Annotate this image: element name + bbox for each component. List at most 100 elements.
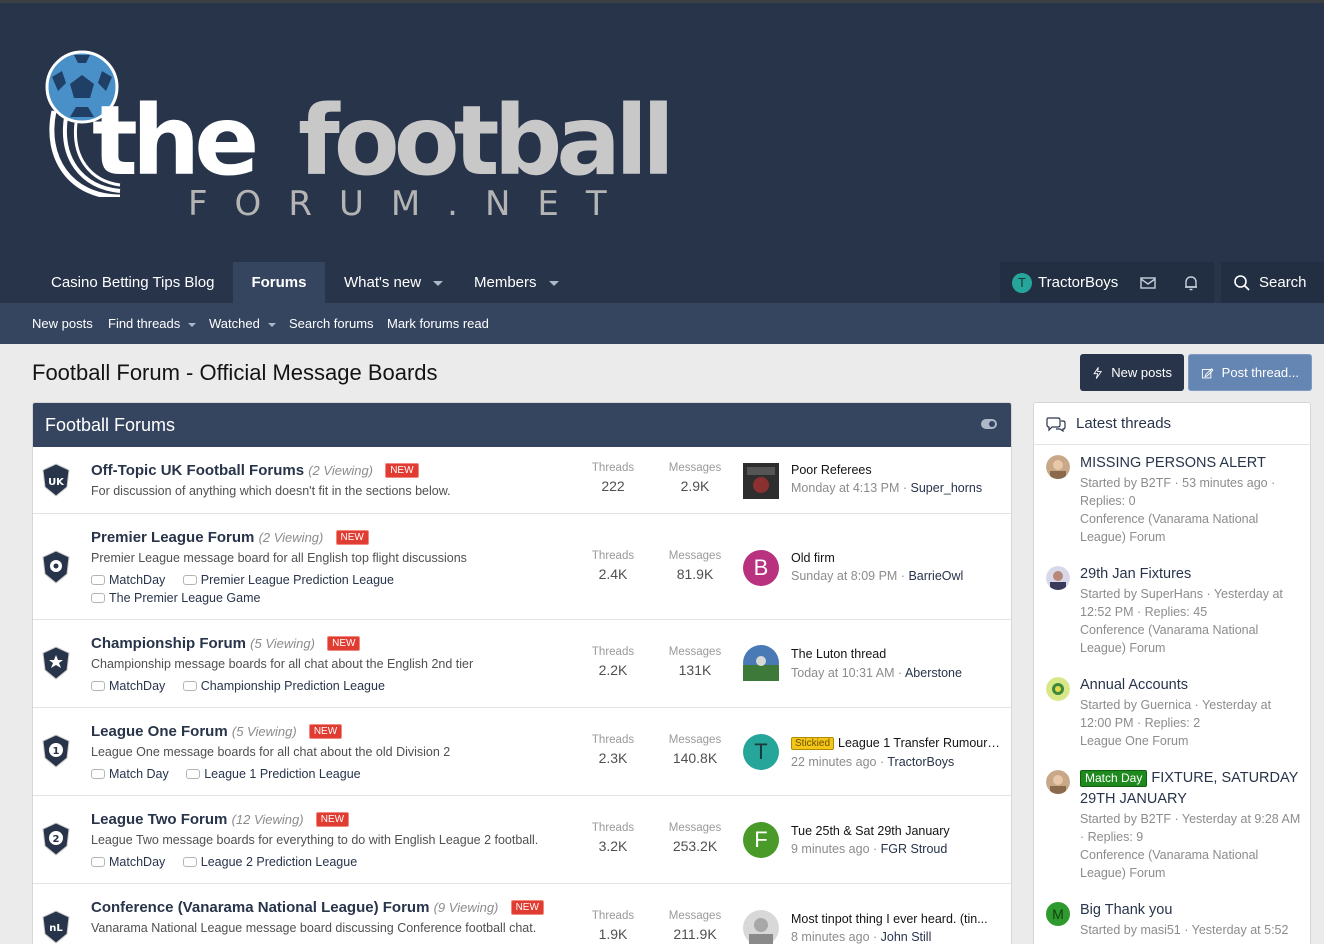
bell-icon[interactable] — [1182, 274, 1200, 292]
thread-title[interactable]: Match Day FIXTURE, SATURDAY 29TH JANUARY — [1080, 768, 1302, 810]
toggle-icon[interactable] — [981, 419, 997, 429]
avatar[interactable] — [743, 910, 779, 944]
avatar: T — [1012, 272, 1032, 293]
subforum-link[interactable]: MatchDay — [91, 855, 165, 869]
envelope-icon[interactable] — [1139, 274, 1157, 292]
last-post-title[interactable]: The Luton thread — [791, 647, 1003, 661]
subforum-link[interactable]: Match Day — [91, 767, 169, 781]
last-post-date[interactable]: 8 minutes ago — [791, 930, 870, 944]
last-post-date[interactable]: Today at 10:31 AM — [791, 666, 895, 680]
avatar[interactable] — [1046, 566, 1070, 590]
avatar[interactable] — [743, 645, 779, 681]
last-post-user[interactable]: TractorBoys — [887, 755, 954, 769]
thread-forum[interactable]: Conference (Vanarama National League) Fo… — [1080, 846, 1302, 882]
last-post-user[interactable]: Aberstone — [905, 666, 962, 680]
subnav-label: Find threads — [108, 316, 181, 331]
last-post-user[interactable]: FGR Stroud — [881, 842, 948, 856]
avatar[interactable]: F — [743, 822, 779, 858]
block-title[interactable]: Football Forums — [45, 415, 175, 435]
thread-title[interactable]: 29th Jan Fixtures — [1080, 564, 1302, 585]
chevron-down-icon[interactable] — [548, 280, 559, 286]
avatar[interactable] — [1046, 770, 1070, 794]
last-post-title[interactable]: Tue 25th & Sat 29th January — [791, 824, 1003, 838]
thread-forum[interactable]: League One Forum — [1080, 732, 1302, 750]
last-post-date[interactable]: 22 minutes ago — [791, 755, 876, 769]
messages-label: Messages — [668, 550, 722, 562]
threads-stat: Threads 2.2K — [578, 646, 648, 678]
post-thread-button[interactable]: Post thread... — [1188, 354, 1312, 391]
forum-title-line: League One Forum (5 Viewing) NEW — [91, 723, 343, 740]
subforum-list: MatchDay Premier League Prediction Leagu… — [91, 573, 408, 587]
last-post-title[interactable]: Stickied League 1 Transfer Rumours... — [791, 736, 1003, 750]
avatar[interactable] — [1046, 455, 1070, 479]
subnav-mark-forums-read[interactable]: Mark forums read — [387, 303, 489, 344]
post-thread-label: Post thread... — [1221, 365, 1299, 380]
avatar[interactable] — [1046, 677, 1070, 701]
subforum-link[interactable]: League 1 Prediction League — [186, 767, 361, 781]
last-post-title[interactable]: Most tinpot thing I ever heard. (tin... — [791, 912, 1003, 926]
subforum-label: MatchDay — [109, 855, 166, 869]
forum-title-link[interactable]: Premier League Forum — [91, 529, 254, 546]
forum-title-link[interactable]: League Two Forum — [91, 811, 227, 828]
search-button[interactable]: Search — [1233, 262, 1307, 303]
speech-bubble-icon — [182, 575, 197, 585]
subforum-link[interactable]: Premier League Prediction League — [182, 573, 394, 587]
last-post-title[interactable]: Old firm — [791, 551, 1003, 565]
last-post-title[interactable]: Poor Referees — [791, 463, 1003, 477]
thread-forum[interactable]: Conference (Vanarama National League) Fo… — [1080, 510, 1302, 546]
avatar[interactable]: M — [1046, 902, 1070, 926]
nav-item-members[interactable]: Members — [458, 262, 575, 303]
account-link[interactable]: T TractorBoys — [1012, 262, 1118, 303]
thread-meta: Started by masi51 · Yesterday at 5:52 — [1080, 923, 1289, 937]
thread-meta: Started by Guernica · Yesterday at 12:00… — [1080, 698, 1272, 730]
shield-icon — [42, 550, 70, 584]
subnav-watched[interactable]: Watched — [209, 303, 276, 344]
forum-description: League One message boards for all chat a… — [91, 745, 451, 759]
new-posts-button[interactable]: New posts — [1080, 354, 1184, 391]
subnav-find-threads[interactable]: Find threads — [108, 303, 197, 344]
shield-icon: 2 — [42, 822, 70, 856]
site-logo[interactable]: the football FORUM.NET — [40, 47, 680, 237]
threads-label: Threads — [591, 646, 635, 658]
last-post-user[interactable]: Super_horns — [911, 481, 983, 495]
avatar[interactable]: B — [743, 550, 779, 586]
chevron-down-icon[interactable] — [433, 280, 444, 286]
forum-title-link[interactable]: Off-Topic UK Football Forums — [91, 462, 304, 479]
last-post-date[interactable]: Sunday at 8:09 PM — [791, 569, 897, 583]
thread-title[interactable]: Big Thank you — [1080, 900, 1302, 921]
forum-title-link[interactable]: Championship Forum — [91, 635, 246, 652]
forum-row: UK Off-Topic UK Football Forums (2 Viewi… — [33, 447, 1011, 513]
nav-item-forums[interactable]: Forums — [233, 262, 325, 303]
last-post-date[interactable]: 9 minutes ago — [791, 842, 870, 856]
forum-row: 1 League One Forum (5 Viewing) NEW Leagu… — [33, 707, 1011, 795]
subforum-link[interactable]: Championship Prediction League — [182, 679, 385, 693]
sidebar-title[interactable]: Latest threads — [1076, 415, 1171, 432]
chevron-down-icon[interactable] — [188, 322, 197, 327]
avatar[interactable] — [743, 463, 779, 499]
messages-label: Messages — [668, 646, 722, 658]
avatar-photo — [743, 463, 779, 499]
avatar-photo — [743, 910, 779, 944]
messages-label: Messages — [668, 910, 722, 922]
subnav-new-posts[interactable]: New posts — [32, 303, 93, 344]
threads-label: Threads — [591, 462, 635, 474]
avatar[interactable]: T — [743, 734, 779, 770]
subnav-search-forums[interactable]: Search forums — [289, 303, 374, 344]
forum-title-link[interactable]: Conference (Vanarama National League) Fo… — [91, 899, 429, 916]
last-post-date[interactable]: Monday at 4:13 PM — [791, 481, 899, 495]
nav-item-whats-new[interactable]: What's new — [328, 262, 459, 303]
last-post-user[interactable]: John Still — [881, 930, 932, 944]
thread-forum[interactable]: Conference (Vanarama National League) Fo… — [1080, 621, 1302, 657]
nav-item-label: Forums — [251, 274, 307, 291]
chevron-down-icon[interactable] — [267, 322, 276, 327]
subforum-link[interactable]: MatchDay — [91, 679, 165, 693]
thread-title[interactable]: Annual Accounts — [1080, 675, 1302, 696]
last-post-user[interactable]: BarrieOwl — [908, 569, 963, 583]
subforum-link[interactable]: The Premier League Game — [91, 591, 260, 605]
thread-title[interactable]: MISSING PERSONS ALERT — [1080, 453, 1302, 474]
subforum-link[interactable]: MatchDay — [91, 573, 165, 587]
forum-title-link[interactable]: League One Forum — [91, 723, 228, 740]
subforum-link[interactable]: League 2 Prediction League — [182, 855, 357, 869]
nav-item-casino-blog[interactable]: Casino Betting Tips Blog — [35, 262, 230, 303]
messages-label: Messages — [668, 734, 722, 746]
